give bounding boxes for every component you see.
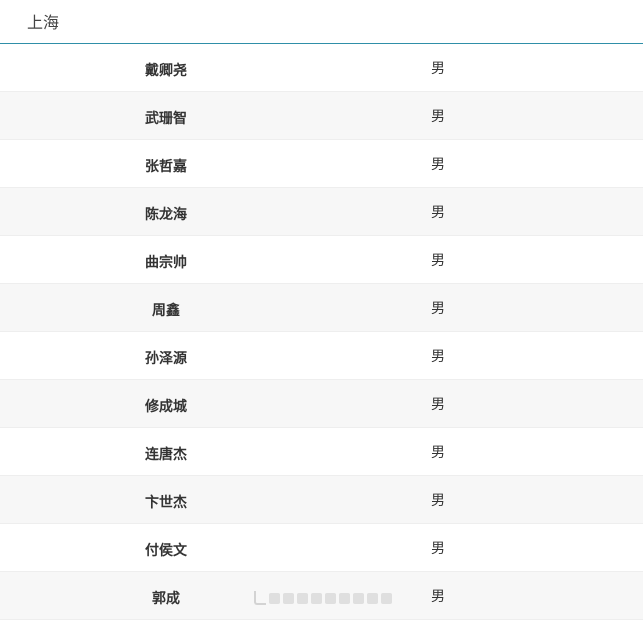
player-gender: 男	[431, 301, 445, 317]
player-name: 曲宗帅	[145, 255, 187, 271]
player-gender: 男	[431, 493, 445, 509]
player-gender: 男	[431, 109, 445, 125]
player-name: 修成城	[145, 399, 187, 415]
watermark-block-icon	[381, 592, 392, 604]
watermark-block-icon	[269, 592, 280, 604]
player-gender: 男	[431, 253, 445, 269]
watermark-block-icon	[283, 592, 294, 604]
team-header: 上海	[0, 0, 643, 44]
watermark-logo-icon	[254, 591, 266, 605]
player-row: 修成城 男	[0, 380, 643, 428]
player-gender: 男	[431, 205, 445, 221]
player-name: 卞世杰	[145, 495, 187, 511]
player-row: 卞世杰 男	[0, 476, 643, 524]
player-name: 张哲嘉	[145, 159, 187, 175]
player-row: 武珊智 男	[0, 92, 643, 140]
player-row: 周鑫 男	[0, 284, 643, 332]
player-name: 孙泽源	[145, 351, 187, 367]
watermark-block-icon	[311, 592, 322, 604]
watermark-block-icon	[339, 592, 350, 604]
watermark-block-icon	[367, 592, 378, 604]
watermark-block-icon	[353, 592, 364, 604]
player-name: 付侯文	[145, 543, 187, 559]
player-gender: 男	[431, 445, 445, 461]
player-gender: 男	[431, 349, 445, 365]
watermark-block-icon	[297, 592, 308, 604]
watermark-block-icon	[325, 592, 336, 604]
player-name: 武珊智	[145, 111, 187, 127]
player-row: 张哲嘉 男	[0, 140, 643, 188]
player-row: 连唐杰 男	[0, 428, 643, 476]
player-name: 陈龙海	[145, 207, 187, 223]
watermark	[254, 591, 392, 605]
player-name: 连唐杰	[145, 447, 187, 463]
player-row: 陈龙海 男	[0, 188, 643, 236]
player-row: 付侯文 男	[0, 524, 643, 572]
player-row: 曲宗帅 男	[0, 236, 643, 284]
player-list: 戴卿尧 男 武珊智 男 张哲嘉 男 陈龙海 男 曲宗帅 男 周鑫 男 孙泽源 男…	[0, 44, 643, 620]
player-gender: 男	[431, 541, 445, 557]
player-gender: 男	[431, 589, 445, 605]
player-name: 周鑫	[152, 303, 180, 319]
player-name: 郭成	[152, 591, 180, 607]
player-gender: 男	[431, 157, 445, 173]
player-row: 戴卿尧 男	[0, 44, 643, 92]
player-row: 孙泽源 男	[0, 332, 643, 380]
team-city-title: 上海	[27, 13, 60, 32]
player-name: 戴卿尧	[145, 63, 187, 79]
player-gender: 男	[431, 397, 445, 413]
player-gender: 男	[431, 61, 445, 77]
